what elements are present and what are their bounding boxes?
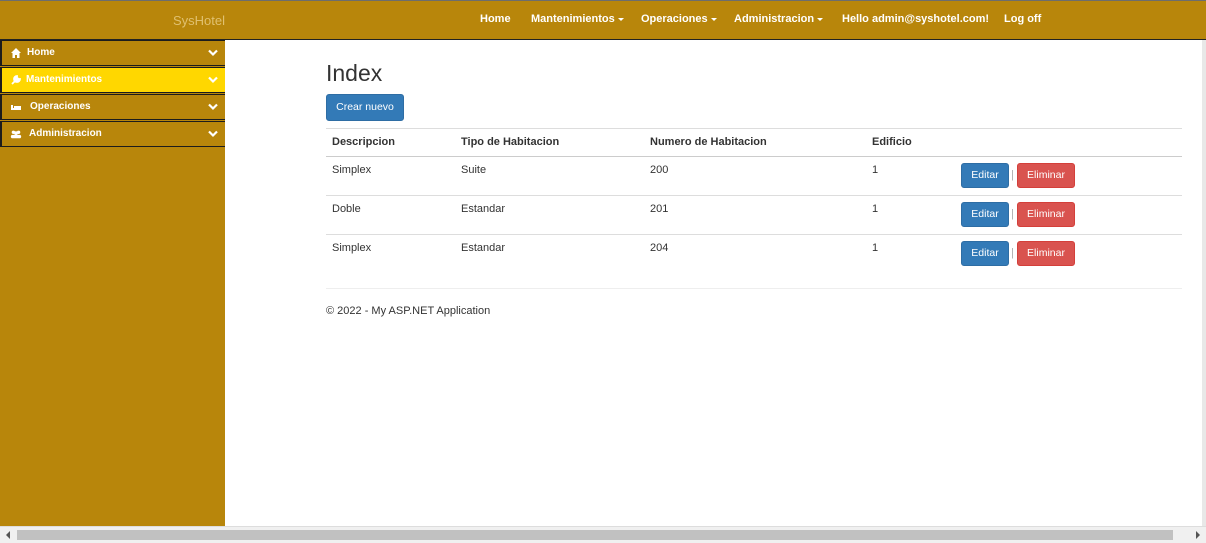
nav-logoff[interactable]: Log off [1004,13,1041,25]
cell-numero: 200 [650,164,669,176]
cell-edificio: 1 [872,164,879,176]
cell-tipo: Suite [461,164,487,176]
cell-tipo: Estandar [461,203,506,215]
sidebar-item-label: Operaciones [30,101,91,112]
cell-edificio: 1 [872,203,879,215]
cell-descripcion: Simplex [332,164,372,176]
bed-icon [11,105,21,110]
delete-button[interactable]: Eliminar [1017,163,1075,188]
nav-administracion[interactable]: Administracion [734,13,824,25]
sidebar-item-home[interactable]: Home [0,40,225,66]
header-numero-habitacion: Numero de Habitacion [650,136,767,148]
cell-numero: 204 [650,242,669,254]
header-descripcion: Descripcion [332,136,395,148]
action-separator: | [1011,169,1014,181]
wrench-icon [11,75,21,85]
window-edge [1202,40,1206,526]
table-divider [326,195,1182,196]
chevron-down-icon [208,76,218,84]
cell-descripcion: Simplex [332,242,372,254]
sidebar-item-label: Administracion [29,128,102,139]
scroll-right-icon[interactable] [1189,527,1206,543]
scroll-left-icon[interactable] [0,527,17,543]
sidebar-item-operaciones[interactable]: Operaciones [0,94,225,120]
chevron-down-icon [208,103,218,111]
caret-down-icon [710,17,717,21]
caret-down-icon [617,17,624,21]
cell-edificio: 1 [872,242,879,254]
action-separator: | [1011,208,1014,220]
nav-home[interactable]: Home [480,13,511,25]
table-divider [326,234,1182,235]
sidebar-item-administracion[interactable]: Administracion [0,121,225,147]
sidebar-item-label: Mantenimientos [26,74,103,85]
delete-button[interactable]: Eliminar [1017,202,1075,227]
edit-button[interactable]: Editar [961,241,1009,266]
nav-user-greeting[interactable]: Hello admin@syshotel.com! [842,13,989,25]
sidebar: Home Mantenimientos Operaciones Administ… [0,40,225,526]
caret-down-icon [817,17,824,21]
users-icon [10,130,22,139]
home-icon [11,48,21,58]
edit-button[interactable]: Editar [961,163,1009,188]
table-divider [326,128,1182,129]
cell-numero: 201 [650,203,669,215]
nav-mantenimientos-label: Mantenimientos [531,13,615,25]
cell-tipo: Estandar [461,242,506,254]
nav-administracion-label: Administracion [734,13,815,25]
create-new-button[interactable]: Crear nuevo [326,94,404,121]
nav-operaciones-label: Operaciones [641,13,708,25]
delete-button[interactable]: Eliminar [1017,241,1075,266]
main-content: Index Crear nuevo Descripcion Tipo de Ha… [225,40,1202,526]
footer-text: © 2022 - My ASP.NET Application [326,305,491,317]
edit-button[interactable]: Editar [961,202,1009,227]
brand-link[interactable]: SysHotel [173,13,225,28]
cell-descripcion: Doble [332,203,361,215]
action-separator: | [1011,247,1014,259]
chevron-down-icon [208,130,218,138]
chevron-down-icon [208,49,218,57]
sidebar-item-mantenimientos[interactable]: Mantenimientos [0,67,225,93]
table-divider [326,156,1182,157]
scrollbar-thumb[interactable] [17,530,1173,540]
header-tipo-habitacion: Tipo de Habitacion [461,136,560,148]
horizontal-scrollbar[interactable] [0,526,1206,543]
nav-mantenimientos[interactable]: Mantenimientos [531,13,624,25]
footer-divider [326,288,1182,289]
nav-operaciones[interactable]: Operaciones [641,13,717,25]
page-title: Index [326,60,383,86]
top-navbar: SysHotel Home Mantenimientos Operaciones… [0,0,1206,40]
header-edificio: Edificio [872,136,912,148]
sidebar-item-label: Home [27,47,55,58]
